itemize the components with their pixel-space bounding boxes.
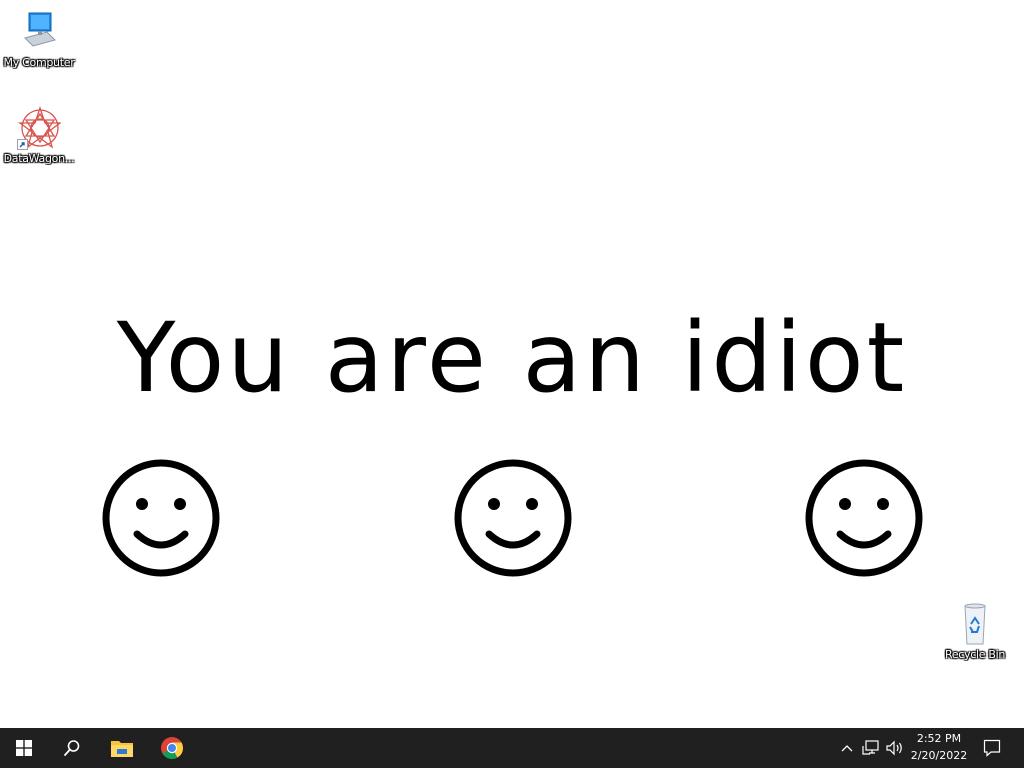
smiley-face-icon: [102, 459, 220, 577]
recycle-bin-icon: [953, 602, 997, 646]
show-hidden-icons-button[interactable]: [836, 728, 858, 768]
file-explorer-icon: [111, 741, 133, 757]
action-center-button[interactable]: [968, 728, 1016, 768]
desktop-icon-label: DataWagon...: [3, 152, 75, 165]
search-button[interactable]: [48, 728, 96, 768]
chrome-button[interactable]: [148, 728, 196, 768]
file-explorer-button[interactable]: [98, 728, 146, 768]
desktop-icon-my-computer[interactable]: My Computer: [1, 10, 77, 69]
desktop-icon-datawagon[interactable]: DataWagon...: [1, 105, 77, 165]
datawagon-icon: [17, 105, 62, 150]
smiley-face-icon: [454, 459, 572, 577]
shortcut-arrow-icon: [17, 139, 28, 150]
monitor-icon: [17, 10, 61, 54]
chrome-icon: [161, 737, 183, 759]
chevron-up-icon: [841, 745, 853, 752]
desktop: My Computer DataWagon... Recycle Bin You…: [0, 0, 1024, 728]
desktop-icon-label: My Computer: [3, 56, 75, 69]
start-button[interactable]: [0, 728, 48, 768]
taskbar: 2:52 PM 2/20/2022: [0, 728, 1024, 768]
notification-icon: [983, 739, 1001, 757]
popup-message: You are an idiot: [116, 302, 908, 414]
clock-date: 2/20/2022: [910, 749, 968, 762]
network-button[interactable]: [860, 728, 882, 768]
search-icon: [64, 740, 80, 756]
smiley-face-icon: [805, 459, 923, 577]
desktop-icon-recycle-bin[interactable]: Recycle Bin: [937, 602, 1013, 661]
clock-time: 2:52 PM: [916, 732, 962, 745]
desktop-icon-label: Recycle Bin: [944, 648, 1006, 661]
network-icon: [862, 740, 879, 755]
clock[interactable]: 2:52 PM 2/20/2022: [902, 730, 976, 766]
windows-logo-icon: [16, 740, 32, 756]
